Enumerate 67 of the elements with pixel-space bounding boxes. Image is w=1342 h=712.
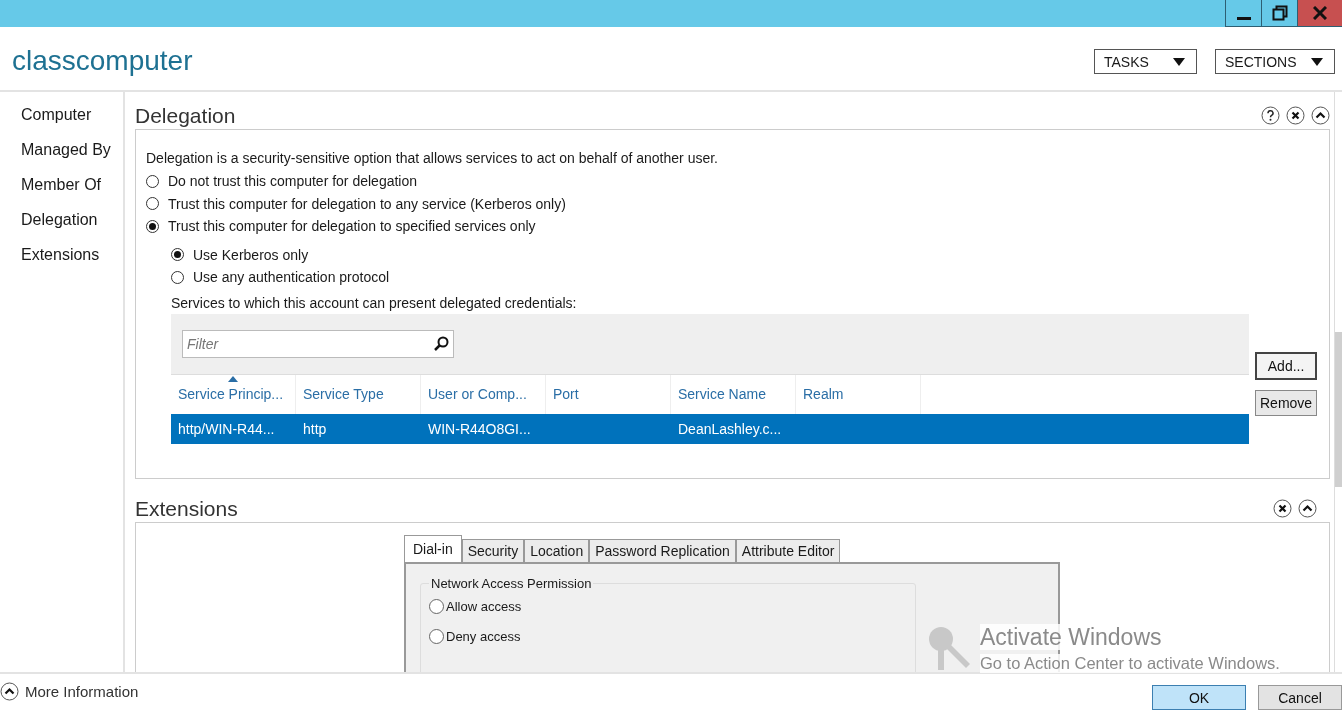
radio-button[interactable] xyxy=(146,219,159,233)
help-icon[interactable] xyxy=(1261,106,1280,125)
minimize-icon xyxy=(1236,16,1251,20)
action-button[interactable]: Remove xyxy=(1255,389,1318,416)
nav-link[interactable]: Managed By xyxy=(0,141,123,176)
radio-label[interactable]: Use any authentication protocol xyxy=(193,269,390,286)
tab[interactable]: Security xyxy=(461,539,525,562)
search-icon xyxy=(433,335,449,352)
column-header[interactable]: Port xyxy=(546,374,671,414)
nav-link[interactable]: Member Of xyxy=(0,176,123,211)
radio-label[interactable]: Trust this computer for delegation to any service (Kerberos only) xyxy=(168,195,566,212)
watermark-subtitle: Go to Action Center to activate Windows. xyxy=(980,654,1280,673)
dialog-button[interactable]: OK xyxy=(1152,685,1246,710)
caret-icon xyxy=(1173,57,1185,66)
key-icon xyxy=(926,624,972,672)
radio-button[interactable] xyxy=(171,248,184,262)
minimize-button[interactable] xyxy=(1225,0,1261,27)
column-header[interactable]: Realm xyxy=(796,374,921,414)
radio-button[interactable] xyxy=(146,174,159,188)
tab[interactable]: Location xyxy=(524,539,590,562)
table-row[interactable]: http/WIN-R44... http WIN-R44O8GI... DeanLashley.c... xyxy=(171,413,1249,444)
column-header[interactable]: Service Type xyxy=(296,374,421,414)
expand-icon[interactable] xyxy=(0,681,19,701)
page-title: classcomputer xyxy=(12,43,194,77)
restore-button[interactable] xyxy=(1261,0,1297,27)
action-button[interactable]: Add... xyxy=(1255,351,1318,380)
tab[interactable]: Attribute Editor xyxy=(735,539,841,562)
dropdown-button[interactable]: SECTIONS xyxy=(1215,49,1335,74)
radio-label[interactable]: Allow access xyxy=(446,598,522,614)
radio-button[interactable] xyxy=(146,197,159,211)
dropdown-button[interactable]: TASKS xyxy=(1094,49,1197,74)
radio-label[interactable]: Deny access xyxy=(446,628,521,644)
tab[interactable]: Password Replication xyxy=(589,539,736,562)
restore-icon xyxy=(1271,5,1288,21)
radio-button[interactable] xyxy=(171,270,184,284)
table-cell: http/WIN-R44... xyxy=(178,420,275,437)
close-icon[interactable] xyxy=(1286,106,1305,125)
radio-button[interactable] xyxy=(429,598,444,614)
radio-label[interactable]: Use Kerberos only xyxy=(193,246,309,263)
radio-button[interactable] xyxy=(429,628,444,644)
close-icon[interactable] xyxy=(1273,499,1292,518)
column-header[interactable]: Service Princip... xyxy=(171,374,296,414)
caret-icon xyxy=(1311,57,1323,66)
radio-label[interactable]: Trust this computer for delegation to specified services only xyxy=(168,218,536,235)
description-text: Delegation is a security-sensitive option that allows services to act on behalf of another user. xyxy=(146,150,719,166)
section-title: Extensions xyxy=(135,496,239,521)
radio-label[interactable]: Do not trust this computer for delegation xyxy=(168,173,418,190)
column-header[interactable]: Service Name xyxy=(671,374,796,414)
close-button[interactable] xyxy=(1297,0,1342,27)
section-title: Delegation xyxy=(135,103,237,128)
watermark-title: Activate Windows xyxy=(980,624,1162,650)
group-title: Network Access Permission xyxy=(430,576,593,591)
nav-link[interactable]: Computer xyxy=(0,106,123,141)
more-information-toggle[interactable]: More Information xyxy=(0,681,139,703)
collapse-icon[interactable] xyxy=(1311,106,1330,125)
close-icon xyxy=(1313,6,1327,20)
collapse-icon[interactable] xyxy=(1298,499,1317,518)
nav-link[interactable]: Extensions xyxy=(0,246,123,281)
nav-link[interactable]: Delegation xyxy=(0,211,123,246)
column-header[interactable]: User or Comp... xyxy=(421,374,546,414)
table-cell: http xyxy=(303,420,327,437)
filter-field[interactable]: Filter xyxy=(182,329,454,358)
table-cell: WIN-R44O8GI... xyxy=(428,420,531,437)
dialog-button[interactable]: Cancel xyxy=(1258,685,1342,710)
tab[interactable]: Dial-in xyxy=(404,535,462,562)
table-cell: DeanLashley.c... xyxy=(678,420,782,437)
services-label: Services to which this account can present delegated credentials: xyxy=(171,294,578,311)
